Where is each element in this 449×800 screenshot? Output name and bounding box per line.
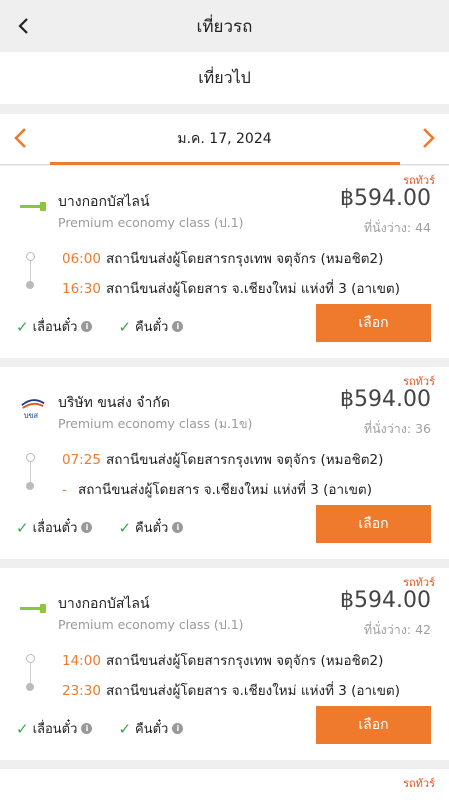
check-icon: ✓ — [16, 719, 29, 738]
trip-card: รถทัวร์ บางกอกบัสไลน์ Premium economy cl… — [0, 166, 449, 358]
departure-station: สถานีขนส่งผู้โดยสารกรุงเทพ จตุจักร (หมอช… — [106, 251, 384, 267]
seats-available: ที่นั่งว่าง: 36 — [363, 421, 431, 436]
bus-class: Premium economy class (ป.1) — [58, 215, 244, 230]
arrival-stop: - สถานีขนส่งผู้โดยสาร จ.เชียงใหม่ แห่งที่… — [62, 478, 372, 500]
departure-time: 14:00 — [62, 653, 101, 669]
info-icon[interactable]: i — [172, 321, 184, 332]
ticket-price: ฿594.00 — [340, 387, 431, 412]
arrival-stop: 16:30 สถานีขนส่งผู้โดยสาร จ.เชียงใหม่ แห่… — [62, 277, 400, 299]
trip-card: รถทัวร์ บางกอกบัสไลน์ Premium economy cl… — [0, 568, 449, 760]
company-logo — [20, 194, 46, 220]
arrival-station: สถานีขนส่งผู้โดยสาร จ.เชียงใหม่ แห่งที่ … — [106, 281, 400, 297]
reschedule-option[interactable]: ✓ เลื่อนตั๋ว i — [16, 316, 93, 337]
trip-direction-label: เที่ยวไป — [0, 52, 449, 104]
app-header: เที่ยวรถ — [0, 0, 449, 52]
refund-option[interactable]: ✓ คืนตั๋ว i — [118, 316, 184, 337]
date-underline — [50, 162, 400, 165]
bus-type-tag: รถทัวร์ — [403, 777, 435, 790]
refund-option[interactable]: ✓ คืนตั๋ว i — [118, 718, 184, 739]
refund-label: คืนตั๋ว — [135, 521, 169, 536]
departure-time: 07:25 — [62, 452, 101, 468]
check-icon: ✓ — [16, 518, 29, 537]
info-icon[interactable]: i — [81, 321, 93, 332]
route-timeline — [26, 252, 36, 289]
check-icon: ✓ — [118, 317, 132, 336]
ticket-options: ✓ เลื่อนตั๋ว i ✓ คืนตั๋ว i — [16, 718, 209, 739]
seats-available: ที่นั่งว่าง: 42 — [363, 622, 431, 637]
departure-stop: 14:00 สถานีขนส่งผู้โดยสารกรุงเทพ จตุจักร … — [62, 649, 383, 671]
trip-card: รถทัวร์ — [0, 769, 449, 800]
ticket-price: ฿594.00 — [340, 588, 431, 613]
reschedule-label: เลื่อนตั๋ว — [32, 320, 78, 335]
next-date-button[interactable] — [415, 124, 443, 152]
departure-time: 06:00 — [62, 251, 101, 267]
info-icon[interactable]: i — [172, 723, 184, 734]
chevron-left-icon — [18, 18, 28, 34]
arrival-station: สถานีขนส่งผู้โดยสาร จ.เชียงใหม่ แห่งที่ … — [78, 482, 372, 498]
route-timeline — [26, 654, 36, 691]
arrival-time: 16:30 — [62, 281, 101, 297]
company-name: บริษัท ขนส่ง จำกัด — [58, 395, 170, 411]
company-logo: บขส — [20, 395, 46, 421]
select-trip-button[interactable]: เลือก — [316, 706, 431, 744]
arrival-time: - — [62, 482, 67, 498]
reschedule-option[interactable]: ✓ เลื่อนตั๋ว i — [16, 718, 93, 739]
departure-station: สถานีขนส่งผู้โดยสารกรุงเทพ จตุจักร (หมอช… — [106, 452, 384, 468]
info-icon[interactable]: i — [172, 522, 184, 533]
reschedule-option[interactable]: ✓ เลื่อนตั๋ว i — [16, 517, 93, 538]
reschedule-label: เลื่อนตั๋ว — [32, 722, 78, 737]
check-icon: ✓ — [118, 719, 132, 738]
page-title: เที่ยวรถ — [196, 16, 253, 37]
arrival-time: 23:30 — [62, 683, 101, 699]
select-trip-button[interactable]: เลือก — [316, 304, 431, 342]
ticket-price: ฿594.00 — [340, 186, 431, 211]
info-icon[interactable]: i — [81, 723, 93, 734]
refund-label: คืนตั๋ว — [135, 320, 169, 335]
departure-stop: 06:00 สถานีขนส่งผู้โดยสารกรุงเทพ จตุจักร … — [62, 247, 383, 269]
selected-date: ม.ค. 17, 2024 — [177, 131, 272, 147]
company-name: บางกอกบัสไลน์ — [58, 194, 150, 210]
arrival-station: สถานีขนส่งผู้โดยสาร จ.เชียงใหม่ แห่งที่ … — [106, 683, 400, 699]
refund-label: คืนตั๋ว — [135, 722, 169, 737]
date-selector: ม.ค. 17, 2024 — [0, 114, 449, 165]
company-logo — [20, 596, 46, 622]
route-timeline — [26, 453, 36, 490]
check-icon: ✓ — [16, 317, 29, 336]
check-icon: ✓ — [118, 518, 132, 537]
departure-stop: 07:25 สถานีขนส่งผู้โดยสารกรุงเทพ จตุจักร … — [62, 448, 383, 470]
reschedule-label: เลื่อนตั๋ว — [32, 521, 78, 536]
trip-card: รถทัวร์ บขส บริษัท ขนส่ง จำกัด Premium e… — [0, 367, 449, 559]
svg-text:บขส: บขส — [24, 411, 39, 420]
select-trip-button[interactable]: เลือก — [316, 505, 431, 543]
ticket-options: ✓ เลื่อนตั๋ว i ✓ คืนตั๋ว i — [16, 316, 209, 337]
chevron-right-icon — [423, 128, 435, 148]
back-button[interactable] — [10, 13, 36, 39]
bus-class: Premium economy class (ม.1ข) — [58, 416, 253, 431]
ticket-options: ✓ เลื่อนตั๋ว i ✓ คืนตั๋ว i — [16, 517, 209, 538]
departure-station: สถานีขนส่งผู้โดยสารกรุงเทพ จตุจักร (หมอช… — [106, 653, 384, 669]
bus-class: Premium economy class (ป.1) — [58, 617, 244, 632]
arrival-stop: 23:30 สถานีขนส่งผู้โดยสาร จ.เชียงใหม่ แห่… — [62, 679, 400, 701]
refund-option[interactable]: ✓ คืนตั๋ว i — [118, 517, 184, 538]
seats-available: ที่นั่งว่าง: 44 — [363, 220, 431, 235]
info-icon[interactable]: i — [81, 522, 93, 533]
company-name: บางกอกบัสไลน์ — [58, 596, 150, 612]
